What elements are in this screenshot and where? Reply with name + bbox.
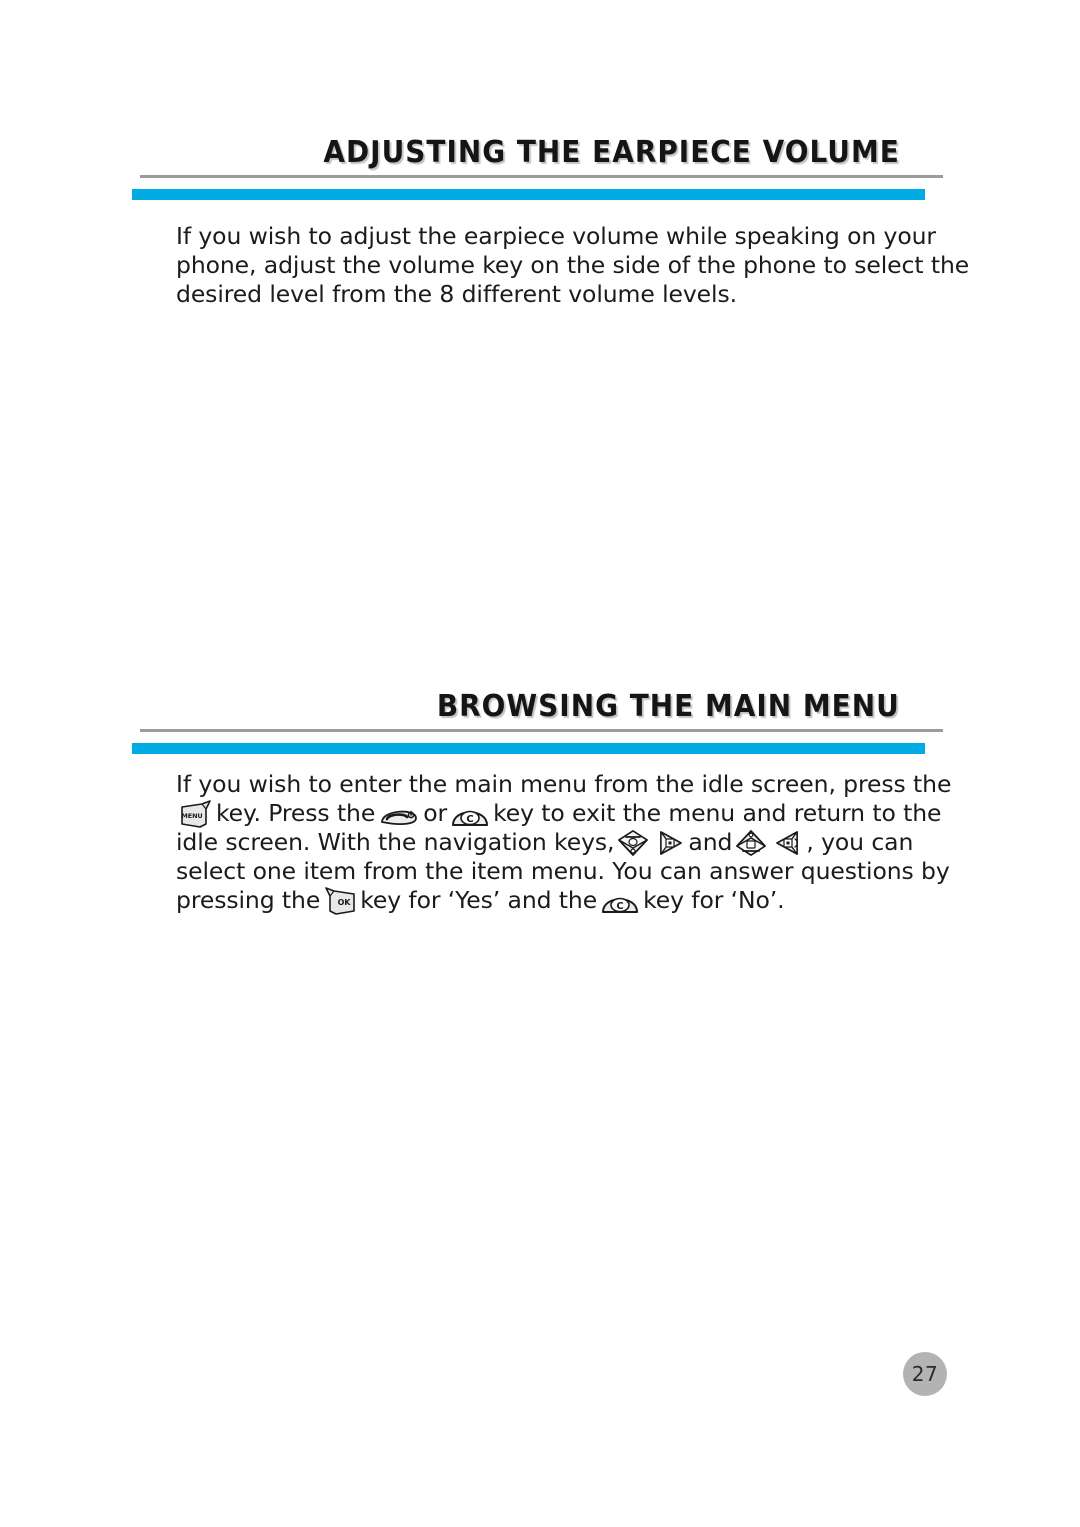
section-2-body: If you wish to enter the main menu from …	[176, 770, 952, 915]
clear-key-icon: C	[600, 889, 640, 915]
svg-text:C: C	[466, 814, 473, 825]
svg-text:MENU: MENU	[181, 812, 202, 820]
svg-text:OK: OK	[338, 898, 352, 907]
body-line: If you wish to enter the main menu from …	[176, 770, 952, 798]
page-title: BROWSING THE MAIN MENU	[437, 689, 900, 724]
section-adjusting-earpiece-volume: ADJUSTING THE EARPIECE VOLUME	[0, 118, 1080, 200]
end-call-key-icon	[378, 802, 420, 828]
page-title: ADJUSTING THE EARPIECE VOLUME	[323, 135, 900, 170]
header-divider-blue	[132, 189, 925, 200]
body-line: phone, adjust the volume key on the side…	[176, 251, 970, 279]
body-line: If you wish to adjust the earpiece volum…	[176, 222, 936, 250]
body-line: select one item from the item menu. You …	[176, 857, 950, 885]
body-line: MENU key. Press the or Ckey to exit the men…	[176, 799, 941, 828]
body-text: , you can	[806, 828, 914, 856]
svg-text:C: C	[616, 901, 623, 912]
body-line: desired level from the 8 different volum…	[176, 280, 737, 308]
body-text: key for ‘Yes’ and the	[360, 886, 598, 914]
header-divider-gray	[140, 175, 943, 178]
header-divider-blue	[132, 743, 925, 754]
body-text: or	[423, 799, 448, 827]
section-1-body: If you wish to adjust the earpiece volum…	[176, 222, 970, 309]
body-text: and	[688, 828, 733, 856]
section-header: ADJUSTING THE EARPIECE VOLUME	[0, 118, 1080, 200]
body-text: key to exit the menu and return to the	[493, 799, 942, 827]
body-line: pressing the OK key for ‘Yes’ and the Ckey …	[176, 886, 936, 915]
section-browsing-main-menu: BROWSING THE MAIN MENU	[0, 672, 1080, 754]
ok-key-icon: OK	[323, 887, 357, 915]
nav-up-key-icon	[617, 829, 649, 857]
page-number-badge: 27	[903, 1352, 947, 1396]
clear-key-icon: C	[450, 802, 490, 828]
document-page: ADJUSTING THE EARPIECE VOLUME If you wis…	[0, 0, 1080, 1527]
body-text: idle screen. With the navigation keys,	[176, 828, 615, 856]
body-text: key for ‘No’.	[643, 886, 785, 914]
body-text: key. Press the	[216, 799, 376, 827]
body-text: pressing the	[176, 886, 321, 914]
menu-key-icon: MENU	[179, 800, 213, 828]
header-divider-gray	[140, 729, 943, 732]
body-line: idle screen. With the navigation keys, an…	[176, 828, 936, 857]
nav-left-key-icon	[773, 829, 803, 857]
nav-right-key-icon	[655, 829, 685, 857]
nav-down-key-icon	[735, 829, 767, 857]
section-header: BROWSING THE MAIN MENU	[0, 672, 1080, 754]
